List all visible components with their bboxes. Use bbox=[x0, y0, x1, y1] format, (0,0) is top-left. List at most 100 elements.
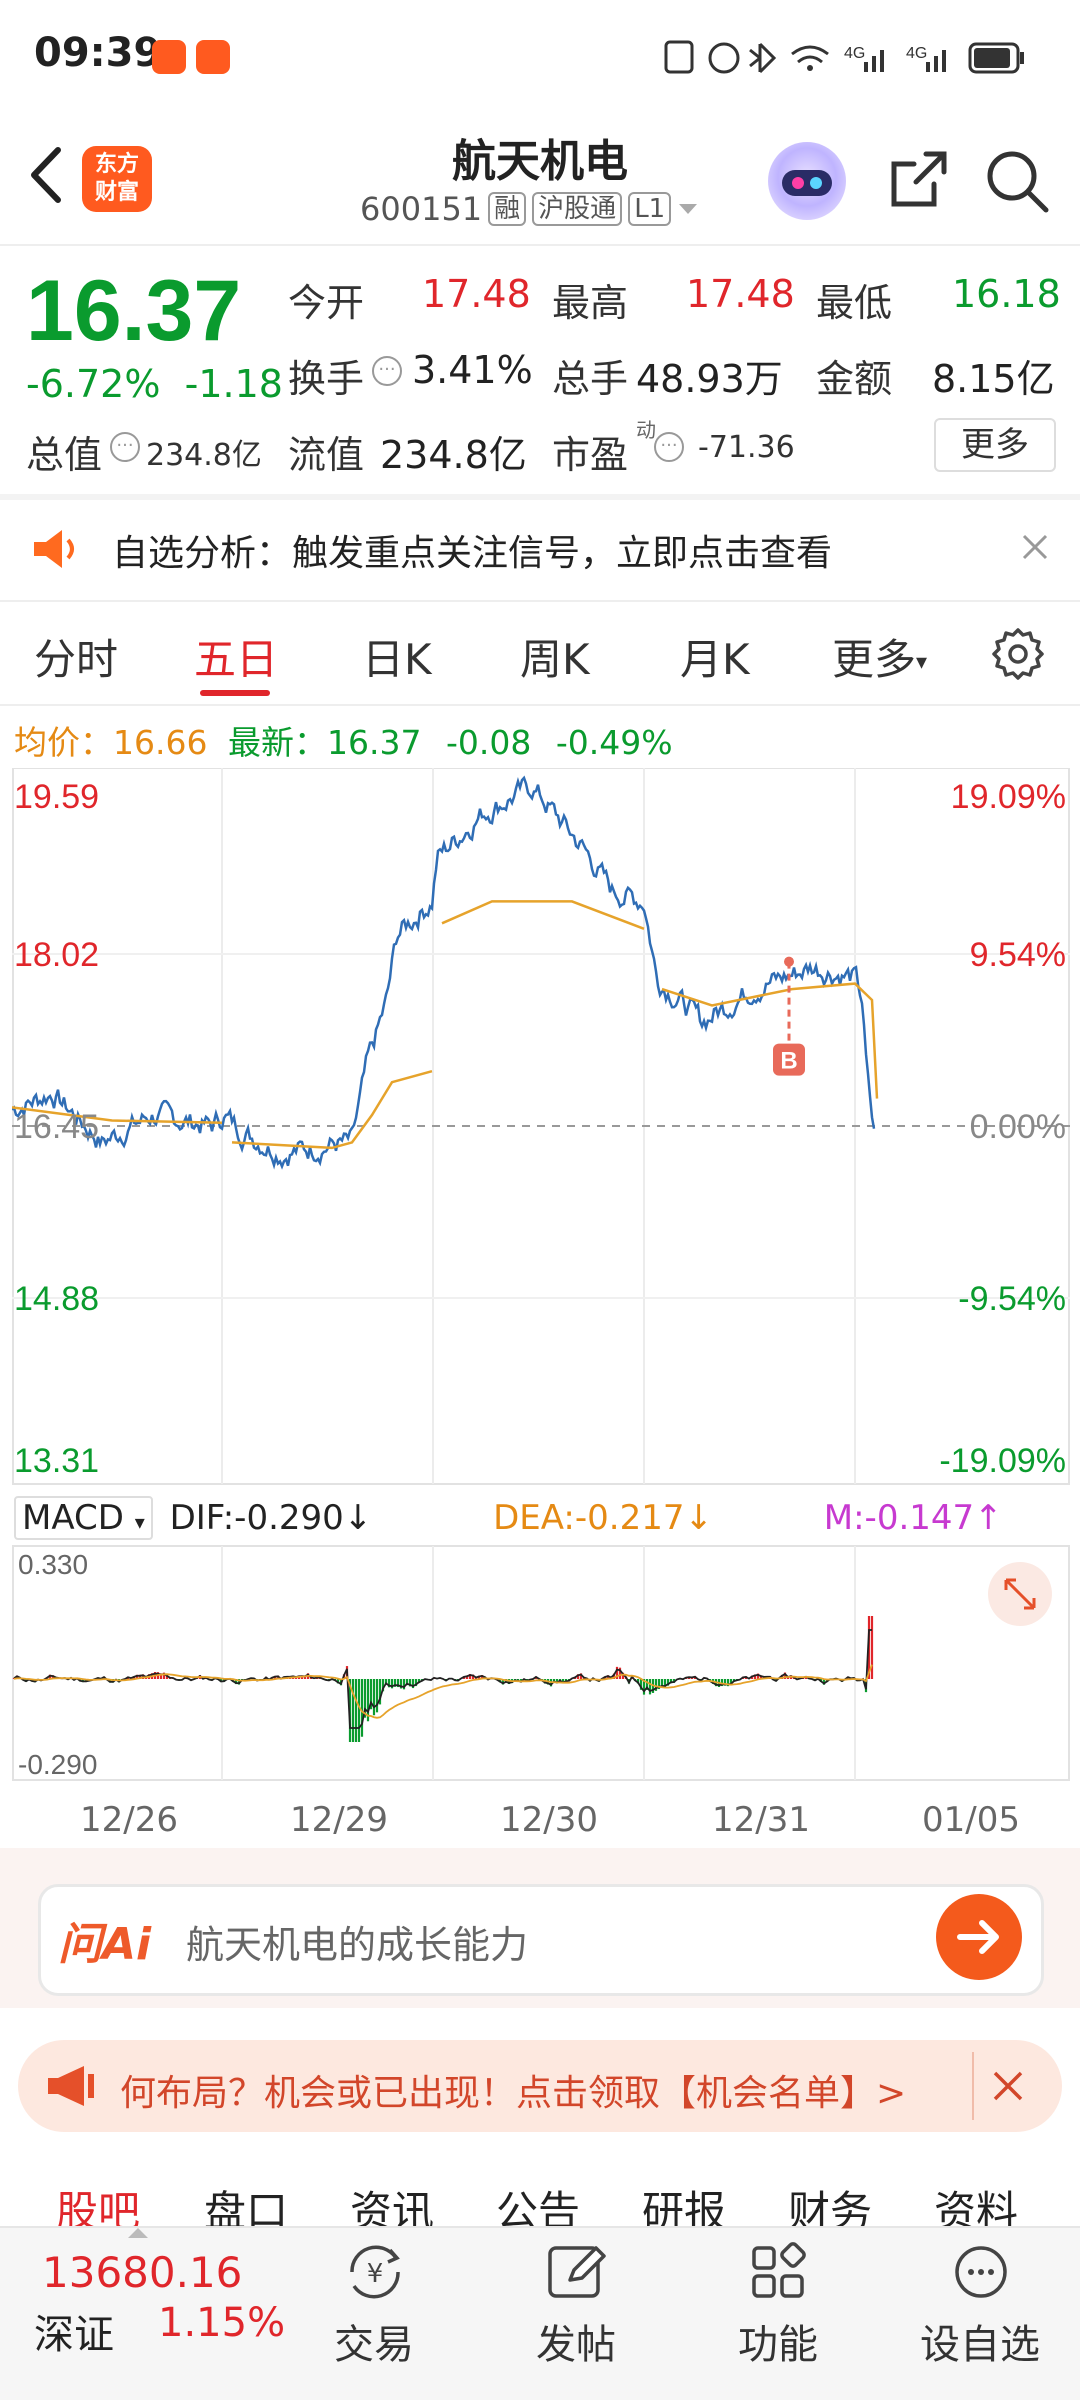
pe-label: 市盈 bbox=[552, 433, 629, 477]
post-label[interactable]: 发帖 bbox=[536, 2312, 616, 2370]
function-icon[interactable] bbox=[744, 2240, 814, 2304]
y-tick-left: 18.02 bbox=[14, 936, 99, 974]
amount-value: 8.15亿 bbox=[932, 357, 1055, 401]
buy-marker-label: B bbox=[780, 1048, 797, 1075]
svg-text:¥: ¥ bbox=[367, 2259, 384, 2289]
tab-weekly-k[interactable]: 周K bbox=[520, 626, 590, 687]
latest-change: -0.08 bbox=[445, 723, 532, 762]
open-label: 今开 bbox=[288, 281, 365, 325]
date-tick: 01/05 bbox=[922, 1800, 1020, 1840]
float-label: 流值 bbox=[288, 433, 365, 477]
post-icon[interactable] bbox=[542, 2240, 612, 2304]
info-icon[interactable]: ··· bbox=[372, 356, 402, 386]
add-watchlist-icon[interactable] bbox=[946, 2240, 1016, 2304]
more-button[interactable]: 更多 bbox=[934, 418, 1056, 472]
ask-ai-input[interactable]: 航天机电的成长能力 bbox=[186, 1914, 528, 1969]
macd-ymax-label: 0.330 bbox=[18, 1549, 88, 1580]
five-day-chart[interactable]: B 19.59 18.02 16.45 14.88 13.31 19.09% 9.54% 0.0… bbox=[12, 768, 1070, 1798]
avg-label: 均价： bbox=[14, 723, 113, 762]
avg-value: 16.66 bbox=[113, 723, 208, 762]
status-icons: 4G 4G bbox=[664, 40, 1024, 74]
pe-value: -71.36 bbox=[698, 430, 795, 465]
mktcap-value: 234.8亿 bbox=[146, 438, 262, 473]
promo-text[interactable]: 何布局？机会或已出现！点击领取【机会名单】> bbox=[120, 2064, 960, 2116]
open-value: 17.48 bbox=[422, 272, 531, 316]
close-icon[interactable] bbox=[1020, 532, 1050, 562]
trade-icon[interactable]: ¥ bbox=[340, 2240, 410, 2304]
price-line bbox=[12, 775, 876, 1170]
index-value[interactable]: 13680.16 bbox=[42, 2248, 242, 2297]
high-label: 最高 bbox=[552, 281, 629, 325]
macd-frame bbox=[12, 1545, 1070, 1781]
macd-dea: DEA:-0.217↓ bbox=[493, 1498, 713, 1538]
volume-value: 48.93万 bbox=[636, 357, 783, 401]
speaker-icon bbox=[34, 530, 74, 568]
y-tick-right: 0.00% bbox=[970, 1108, 1066, 1146]
tab-intraday[interactable]: 分时 bbox=[34, 626, 118, 687]
svg-text:4G: 4G bbox=[844, 45, 865, 62]
high-value: 17.48 bbox=[686, 272, 795, 316]
search-icon[interactable] bbox=[984, 148, 1050, 214]
gear-icon[interactable] bbox=[990, 626, 1046, 682]
megaphone-icon bbox=[48, 2066, 94, 2106]
y-tick-left: 13.31 bbox=[14, 1442, 99, 1480]
tab-five-day[interactable]: 五日 bbox=[194, 626, 278, 687]
macd-ymin-label: -0.290 bbox=[18, 1749, 97, 1780]
macd-dea-line bbox=[13, 1664, 873, 1719]
trade-label[interactable]: 交易 bbox=[334, 2312, 414, 2370]
latest-pct: -0.49% bbox=[555, 723, 673, 762]
low-label: 最低 bbox=[816, 281, 893, 325]
ask-ai-brand: 问Ai bbox=[58, 1919, 152, 1970]
dropdown-icon: ▾ bbox=[916, 650, 928, 675]
price-change: -6.72% -1.18 bbox=[26, 362, 283, 406]
alert-divider bbox=[0, 600, 1080, 602]
function-label[interactable]: 功能 bbox=[738, 2312, 818, 2370]
turnover-value: 3.41% bbox=[412, 348, 533, 392]
date-tick: 12/26 bbox=[80, 1800, 178, 1840]
close-icon[interactable] bbox=[992, 2070, 1024, 2102]
date-tick: 12/30 bbox=[500, 1800, 598, 1840]
dropdown-icon[interactable] bbox=[677, 201, 699, 217]
index-name[interactable]: 深证 bbox=[34, 2302, 114, 2360]
turnover-label: 换手 bbox=[288, 357, 365, 401]
tab-monthly-k[interactable]: 月K bbox=[680, 626, 750, 687]
pe-sup: 动 bbox=[636, 418, 656, 442]
y-tick-left: 16.45 bbox=[14, 1108, 99, 1146]
tab-daily-k[interactable]: 日K bbox=[362, 626, 432, 687]
y-tick-right: 19.09% bbox=[951, 778, 1066, 816]
status-bar: 09:39 4G 4G bbox=[0, 0, 1080, 110]
promo-divider bbox=[972, 2052, 974, 2120]
y-tick-left: 19.59 bbox=[14, 778, 99, 816]
arrow-right-icon[interactable] bbox=[936, 1894, 1022, 1980]
latest-label: 最新： bbox=[227, 723, 327, 762]
avg-line-info: 均价：16.66 最新：16.37 -0.08 -0.49% bbox=[14, 716, 673, 764]
avg-line bbox=[441, 900, 645, 930]
tab-more[interactable]: 更多▾ bbox=[832, 626, 927, 687]
info-icon[interactable]: ··· bbox=[110, 432, 140, 462]
current-price: 16.37 bbox=[26, 263, 242, 359]
status-time: 09:39 bbox=[34, 30, 162, 76]
y-tick-right: -9.54% bbox=[958, 1280, 1066, 1318]
tabs-divider bbox=[0, 704, 1080, 706]
caret-up-icon bbox=[128, 2228, 148, 2238]
app-notification-icon bbox=[196, 40, 230, 74]
avg-line bbox=[231, 1069, 433, 1150]
tag-connect: 沪股通 bbox=[532, 192, 623, 226]
tag-level: L1 bbox=[628, 192, 672, 226]
add-watchlist-label[interactable]: 设自选 bbox=[920, 2312, 1040, 2370]
index-pct[interactable]: 1.15% bbox=[158, 2300, 285, 2346]
macd-m: M:-0.147↑ bbox=[823, 1498, 1003, 1538]
info-icon[interactable]: ··· bbox=[654, 432, 684, 462]
tab-active-indicator bbox=[200, 690, 270, 696]
mktcap-label: 总值 bbox=[26, 433, 103, 477]
ai-robot-icon[interactable] bbox=[768, 142, 846, 220]
alert-text[interactable]: 自选分析：触发重点关注信号，立即点击查看 bbox=[112, 524, 832, 576]
share-icon[interactable] bbox=[886, 148, 950, 212]
macd-legend: MACD ▾ DIF:-0.290↓ DEA:-0.217↓ M:-0.147↑ bbox=[14, 1496, 1003, 1540]
stock-code: 600151 bbox=[360, 190, 483, 228]
stock-code-line: 600151 融 沪股通 L1 bbox=[360, 190, 699, 228]
date-tick: 12/29 bbox=[290, 1800, 388, 1840]
y-tick-left: 14.88 bbox=[14, 1280, 99, 1318]
macd-selector[interactable]: MACD ▾ bbox=[14, 1496, 153, 1540]
y-tick-right: -19.09% bbox=[939, 1442, 1066, 1480]
